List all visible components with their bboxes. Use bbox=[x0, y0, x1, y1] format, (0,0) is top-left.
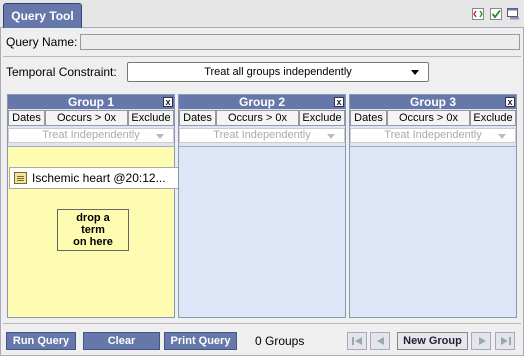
exclude-button[interactable]: Exclude bbox=[470, 110, 516, 126]
chevron-down-icon bbox=[498, 134, 506, 139]
run-query-button[interactable]: Run Query bbox=[6, 332, 76, 350]
clear-button[interactable]: Clear bbox=[83, 332, 160, 350]
group-count: 0 Groups bbox=[255, 334, 305, 348]
group-header: Group 3 x bbox=[350, 95, 516, 109]
dates-button[interactable]: Dates bbox=[179, 110, 216, 126]
group-drop-area[interactable] bbox=[179, 146, 345, 317]
dates-button[interactable]: Dates bbox=[8, 110, 45, 126]
group-drop-area[interactable] bbox=[350, 146, 516, 317]
chevron-down-icon bbox=[156, 134, 164, 139]
chevron-down-icon bbox=[411, 70, 419, 75]
group-timing-value: Treat Independently bbox=[213, 129, 311, 141]
group-timing-value: Treat Independently bbox=[42, 129, 140, 141]
concept-label: Ischemic heart @20:12... bbox=[32, 171, 166, 185]
concept-item[interactable]: Ischemic heart @20:12... bbox=[9, 167, 188, 189]
exclude-button[interactable]: Exclude bbox=[128, 110, 174, 126]
exclude-button[interactable]: Exclude bbox=[299, 110, 345, 126]
drop-hint: drop a term on here bbox=[57, 209, 129, 251]
window-icon[interactable] bbox=[507, 8, 519, 20]
query-name-label: Query Name: bbox=[6, 35, 78, 49]
occurs-button[interactable]: Occurs > 0x bbox=[216, 110, 299, 126]
group-timing-select[interactable]: Treat Independently bbox=[179, 128, 345, 143]
last-page-icon bbox=[501, 337, 508, 345]
divider bbox=[3, 56, 521, 57]
first-page-icon bbox=[352, 337, 354, 345]
temporal-constraint-select[interactable]: Treat all groups independently bbox=[127, 62, 429, 82]
chevron-right-icon bbox=[479, 337, 486, 345]
first-page-button[interactable] bbox=[347, 332, 367, 350]
folder-icon bbox=[14, 172, 27, 184]
group-timing-select[interactable]: Treat Independently bbox=[8, 128, 174, 143]
close-icon[interactable]: x bbox=[505, 97, 515, 107]
temporal-constraint-label: Temporal Constraint: bbox=[6, 65, 117, 79]
new-group-button[interactable]: New Group bbox=[397, 332, 468, 350]
occurs-button[interactable]: Occurs > 0x bbox=[387, 110, 470, 126]
divider bbox=[3, 323, 521, 324]
previous-page-button[interactable] bbox=[370, 332, 390, 350]
group-title: Group 2 bbox=[238, 95, 285, 109]
group-panel-3: Group 3 x Dates Occurs > 0x Exclude Trea… bbox=[349, 94, 517, 318]
dates-button[interactable]: Dates bbox=[350, 110, 387, 126]
group-drop-area[interactable]: Ischemic heart @20:12... drop a term on he… bbox=[8, 146, 188, 317]
next-page-button[interactable] bbox=[471, 332, 491, 350]
group-header: Group 1 x bbox=[8, 95, 174, 109]
close-icon[interactable]: x bbox=[334, 97, 344, 107]
check-icon[interactable] bbox=[490, 8, 502, 20]
group-title: Group 1 bbox=[67, 95, 114, 109]
tab-query-tool[interactable]: Query Tool bbox=[3, 3, 82, 28]
print-query-button[interactable]: Print Query bbox=[164, 332, 237, 350]
chevron-down-icon bbox=[327, 134, 335, 139]
xml-icon[interactable] bbox=[472, 8, 484, 20]
group-header: Group 2 x bbox=[179, 95, 345, 109]
last-page-button[interactable] bbox=[495, 332, 515, 350]
query-name-input[interactable] bbox=[80, 34, 520, 50]
occurs-button[interactable]: Occurs > 0x bbox=[45, 110, 128, 126]
group-title: Group 3 bbox=[409, 95, 456, 109]
close-icon[interactable]: x bbox=[163, 97, 173, 107]
chevron-left-icon bbox=[377, 337, 384, 345]
group-panel-2: Group 2 x Dates Occurs > 0x Exclude Trea… bbox=[178, 94, 346, 318]
group-timing-select[interactable]: Treat Independently bbox=[350, 128, 516, 143]
temporal-constraint-value: Treat all groups independently bbox=[204, 66, 352, 78]
group-panel-1: Group 1 x Dates Occurs > 0x Exclude Trea… bbox=[7, 94, 188, 318]
group-timing-value: Treat Independently bbox=[384, 129, 482, 141]
